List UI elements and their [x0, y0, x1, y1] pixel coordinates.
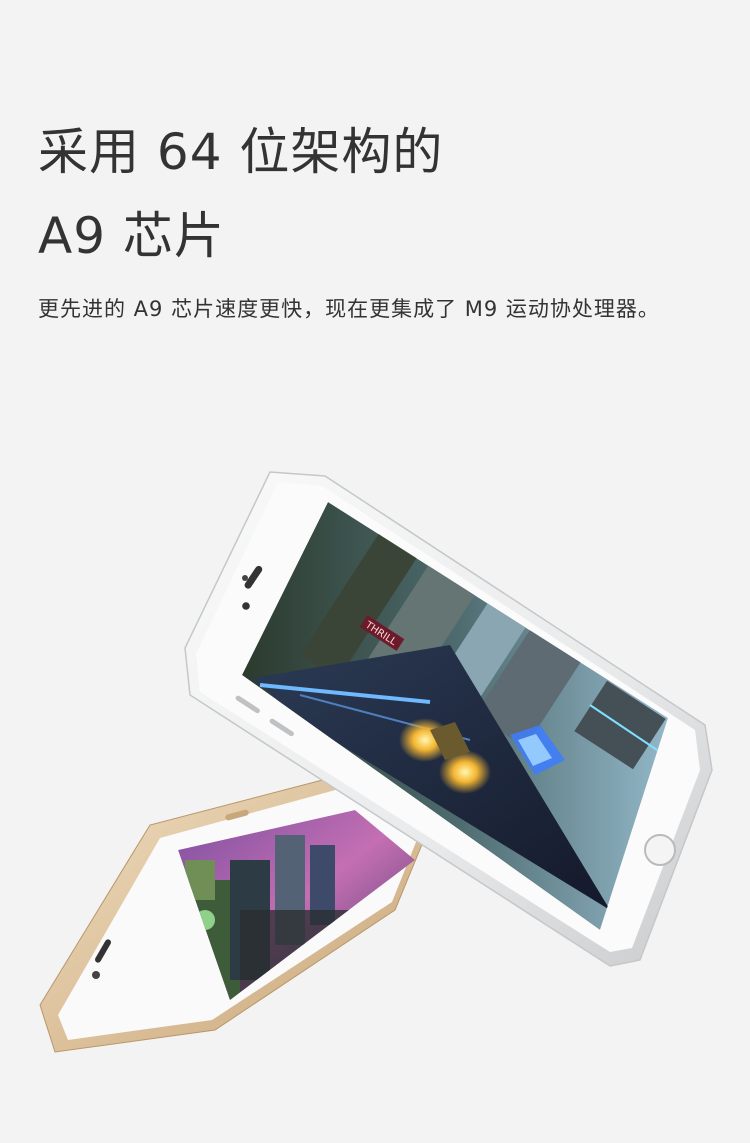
- iphone-illustration: THRILL: [39, 471, 713, 1053]
- front-camera-icon: [242, 602, 250, 610]
- headline-line-2: A9 芯片: [38, 207, 225, 265]
- feature-headline: 采用 64 位架构的 A9 芯片: [38, 110, 443, 278]
- home-button-icon: [644, 834, 676, 866]
- iphone-hero-image: THRILL: [0, 440, 750, 1143]
- headline-line-1: 采用 64 位架构的: [38, 123, 444, 181]
- feature-description: 更先进的 A9 芯片速度更快，现在更集成了 M9 运动协处理器。: [38, 297, 660, 321]
- product-feature-page: 采用 64 位架构的 A9 芯片 更先进的 A9 芯片速度更快，现在更集成了 M…: [0, 0, 750, 1143]
